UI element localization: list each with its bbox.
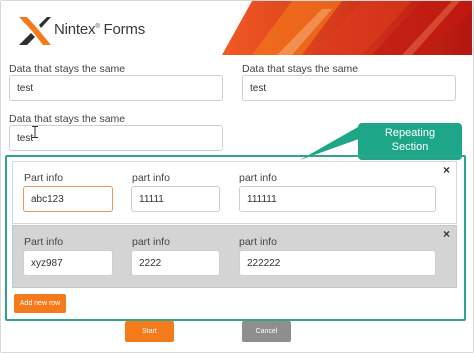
data-field-1[interactable]: test [9, 75, 223, 101]
brand-product: Forms [103, 21, 146, 38]
ibeam-cursor-icon [32, 126, 38, 138]
part-info-input[interactable]: 222222 [239, 250, 436, 276]
part-info-label: part info [132, 236, 170, 248]
add-new-row-button[interactable]: Add new row [14, 294, 66, 313]
part-info-input[interactable]: xyz987 [23, 250, 113, 276]
part-info-input[interactable]: 11111 [131, 186, 220, 212]
data-field-3[interactable]: test [9, 125, 223, 151]
brand-trademark: ® [95, 24, 100, 30]
part-info-label: part info [239, 236, 277, 248]
field-label: Data that stays the same [242, 63, 359, 75]
part-info-input[interactable]: 2222 [131, 250, 220, 276]
cancel-button[interactable]: Cancel [242, 321, 291, 342]
callout-line-1: Repeating [384, 127, 436, 139]
header-banner-graphic [222, 1, 472, 55]
part-info-label: Part info [24, 172, 64, 184]
part-info-input[interactable]: 111111 [239, 186, 436, 212]
brand-name: Nintex [54, 21, 96, 38]
part-info-label: part info [132, 172, 170, 184]
start-button[interactable]: Start [125, 321, 174, 342]
nintex-x-logo-icon [19, 17, 51, 45]
close-icon[interactable]: × [443, 163, 450, 177]
part-info-label: part info [239, 172, 277, 184]
form-header: Nintex® Forms [1, 1, 472, 55]
part-info-input[interactable]: abc123 [23, 186, 113, 212]
field-label: Data that stays the same [9, 113, 126, 125]
brand-title: Nintex® Forms [54, 21, 145, 38]
part-info-label: Part info [24, 236, 64, 248]
close-icon[interactable]: × [443, 227, 450, 241]
data-field-2[interactable]: test [242, 75, 456, 101]
field-label: Data that stays the same [9, 63, 126, 75]
callout-line-2: Section [391, 140, 429, 153]
